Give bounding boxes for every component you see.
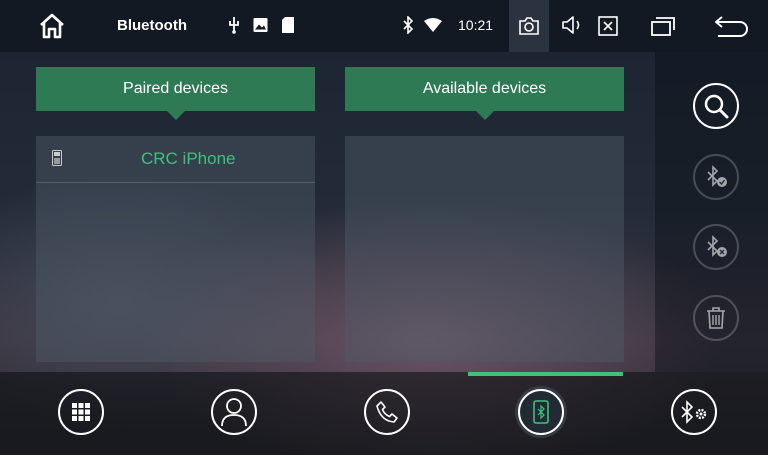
disconnect-button[interactable] — [693, 224, 739, 270]
dialpad-icon — [72, 403, 90, 421]
screenshot-button[interactable] — [509, 0, 549, 52]
call-icon — [376, 401, 398, 423]
active-tab-indicator — [468, 372, 623, 376]
home-icon[interactable] — [38, 12, 66, 40]
camera-icon — [519, 17, 539, 35]
available-devices-header[interactable]: Available devices — [345, 67, 624, 120]
nav-contacts[interactable] — [211, 389, 257, 435]
bluetooth-connect-icon — [707, 165, 727, 187]
bluetooth-settings-icon — [681, 400, 707, 424]
contacts-icon — [221, 398, 247, 427]
volume-icon[interactable] — [561, 14, 585, 36]
bluetooth-disconnect-icon — [707, 235, 727, 257]
connect-button[interactable] — [693, 154, 739, 200]
status-bar: Bluetooth 10:21 — [0, 0, 768, 52]
list-item[interactable]: CRC iPhone — [36, 136, 315, 183]
nav-dialpad[interactable] — [58, 389, 104, 435]
paired-devices-header[interactable]: Paired devices — [36, 67, 315, 120]
recent-apps-icon[interactable] — [651, 16, 675, 36]
clock: 10:21 — [458, 17, 494, 33]
image-icon — [253, 18, 268, 32]
paired-devices-list: CRC iPhone — [36, 136, 315, 362]
delete-button[interactable] — [693, 295, 739, 341]
sd-card-icon — [282, 17, 294, 33]
search-button[interactable] — [693, 83, 739, 129]
wifi-icon — [424, 18, 442, 32]
nav-bluetooth-phone[interactable] — [518, 389, 564, 435]
close-window-icon[interactable] — [598, 16, 618, 36]
search-icon — [704, 94, 729, 119]
nav-bluetooth-settings[interactable] — [671, 389, 717, 435]
trash-icon — [707, 307, 725, 329]
bluetooth-icon — [403, 16, 413, 34]
page-title: Bluetooth — [117, 17, 187, 34]
paired-devices-label: Paired devices — [123, 80, 228, 97]
nav-call[interactable] — [364, 389, 410, 435]
available-devices-list — [345, 136, 624, 362]
usb-icon — [229, 17, 239, 34]
available-devices-label: Available devices — [422, 80, 547, 97]
bluetooth-phone-icon — [533, 400, 549, 424]
back-icon[interactable] — [714, 15, 748, 37]
device-name: CRC iPhone — [141, 149, 236, 168]
phone-icon — [52, 150, 62, 166]
